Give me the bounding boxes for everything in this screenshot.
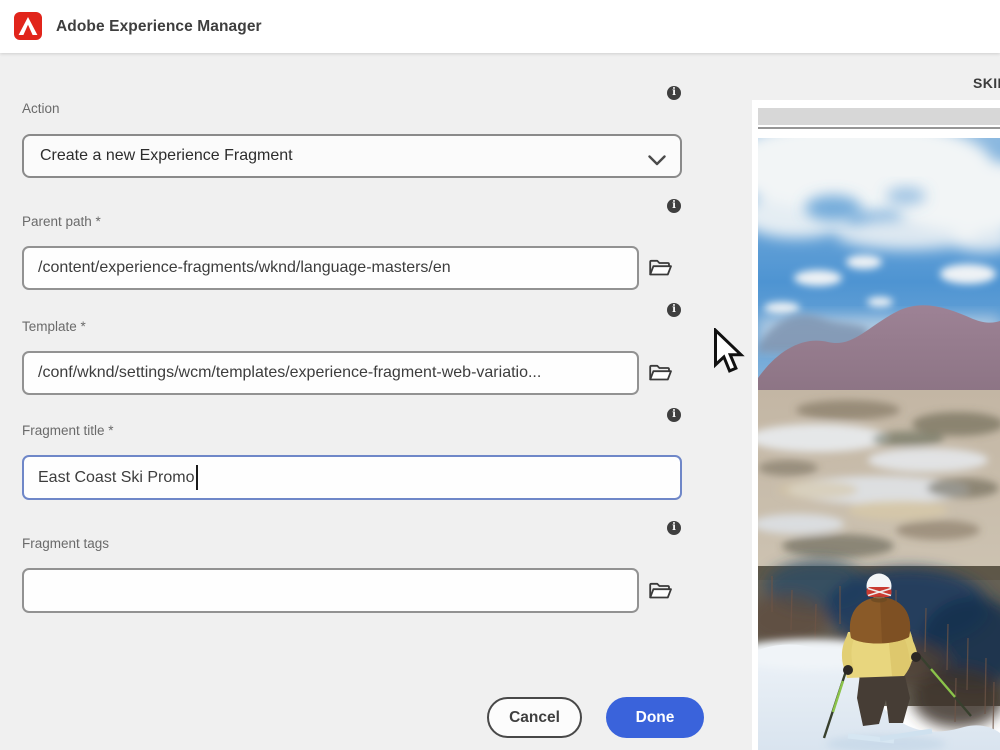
mouse-cursor-icon xyxy=(711,328,747,381)
text-caret xyxy=(196,465,198,490)
fragment-tags-label: Fragment tags xyxy=(22,536,109,551)
template-folder-picker[interactable] xyxy=(644,357,676,389)
fragment-tags-folder-picker[interactable] xyxy=(644,575,676,607)
parent-path-folder-picker[interactable] xyxy=(644,252,676,284)
action-select[interactable]: Create a new Experience Fragment xyxy=(22,134,682,178)
info-icon[interactable]: i xyxy=(667,408,681,422)
done-button[interactable]: Done xyxy=(606,697,704,738)
info-icon[interactable]: i xyxy=(667,199,681,213)
info-icon[interactable]: i xyxy=(667,303,681,317)
preview-panel xyxy=(752,100,1000,750)
aem-create-fragment-screen: Adobe Experience Manager SKIING xyxy=(0,0,1000,750)
preview-divider xyxy=(758,127,1000,129)
action-select-value: Create a new Experience Fragment xyxy=(40,147,293,165)
parent-path-input[interactable]: /content/experience-fragments/wknd/langu… xyxy=(22,246,639,290)
fragment-title-input[interactable]: East Coast Ski Promo xyxy=(22,455,682,500)
preview-page-heading: SKIING xyxy=(973,75,1000,91)
folder-icon xyxy=(648,581,673,602)
folder-icon xyxy=(648,258,673,279)
cancel-button[interactable]: Cancel xyxy=(487,697,582,738)
fragment-tags-input[interactable] xyxy=(22,568,639,613)
folder-icon xyxy=(648,363,673,384)
fragment-title-label: Fragment title * xyxy=(22,423,114,438)
parent-path-label: Parent path * xyxy=(22,214,101,229)
preview-toolbar-placeholder xyxy=(758,108,1000,125)
adobe-logo-icon[interactable] xyxy=(14,12,42,40)
hero-image xyxy=(758,138,1000,750)
action-label: Action xyxy=(22,101,60,116)
app-title: Adobe Experience Manager xyxy=(56,0,262,53)
top-bar: Adobe Experience Manager xyxy=(0,0,1000,53)
info-icon[interactable]: i xyxy=(667,86,681,100)
template-label: Template * xyxy=(22,319,86,334)
info-icon[interactable]: i xyxy=(667,521,681,535)
chevron-down-icon xyxy=(648,153,666,171)
template-input[interactable]: /conf/wknd/settings/wcm/templates/experi… xyxy=(22,351,639,395)
